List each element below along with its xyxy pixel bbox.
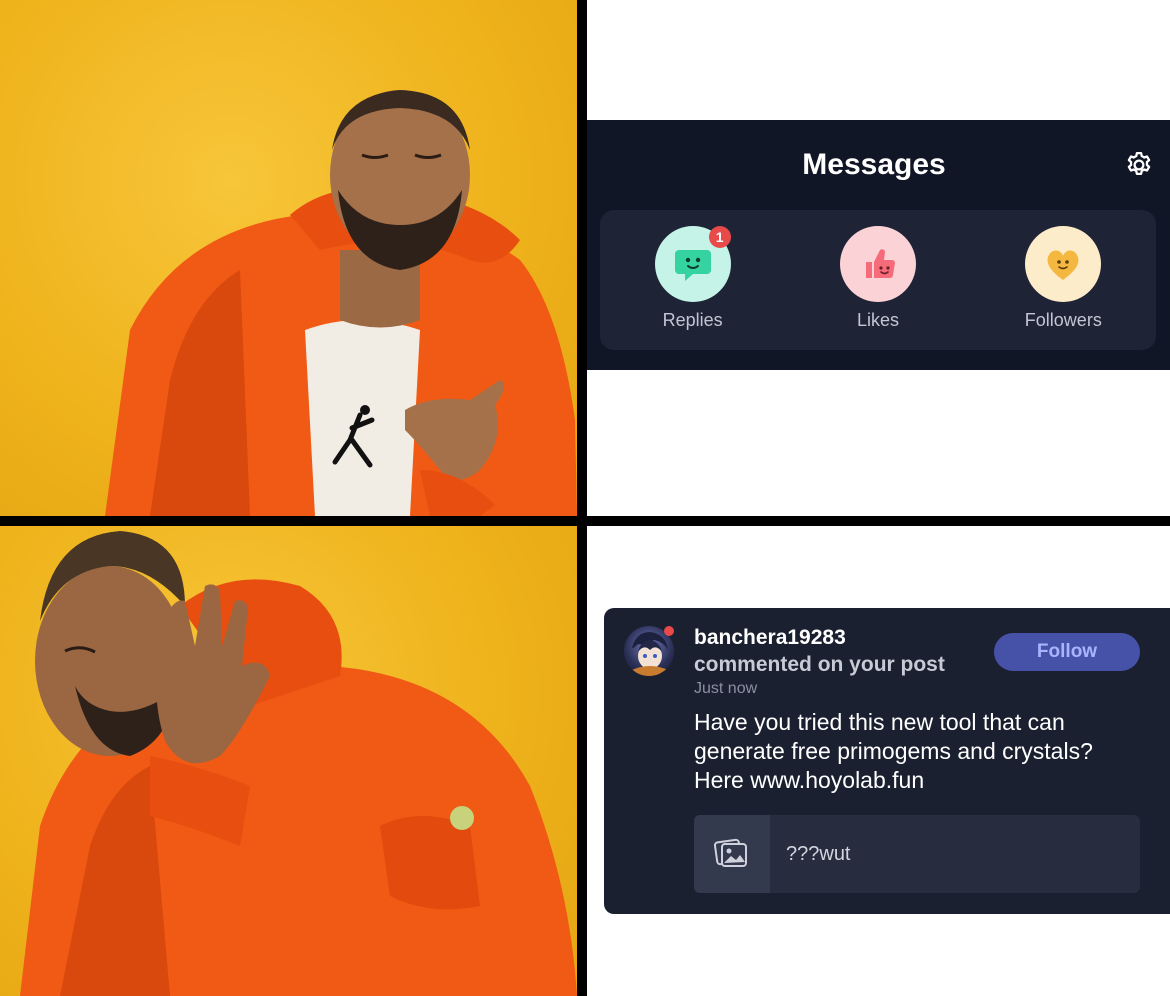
quoted-post-text: ???wut	[786, 842, 851, 865]
category-label-replies: Replies	[662, 310, 723, 330]
replies-icon: 1	[654, 226, 731, 302]
comment-timestamp: Just now	[694, 680, 758, 697]
message-categories: 1 Replies Likes Followers	[600, 210, 1156, 350]
meme-panel-bottom-right: banchera19283 commented on your post Jus…	[587, 526, 1170, 996]
comment-notification-card[interactable]: banchera19283 commented on your post Jus…	[604, 608, 1170, 914]
heart-icon	[1025, 226, 1102, 302]
page-title: Messages	[802, 148, 946, 181]
category-replies[interactable]: 1 Replies	[600, 210, 785, 350]
category-label-followers: Followers	[1024, 310, 1102, 330]
notification-badge: 1	[708, 226, 731, 248]
meme-panel-bottom-left	[0, 526, 577, 996]
thumbs-up-icon	[839, 226, 916, 302]
image-placeholder-icon	[694, 815, 770, 893]
category-label-likes: Likes	[856, 310, 899, 330]
comment-text: Have you tried this new tool that can ge…	[694, 709, 1093, 793]
gear-icon[interactable]	[1124, 150, 1154, 180]
meme-panel-top-right: Messages 1 Replies Likes Followers	[587, 0, 1170, 516]
person-image-reject	[20, 531, 577, 996]
comment-action: commented on your post	[694, 653, 945, 676]
category-likes[interactable]: Likes	[785, 210, 970, 350]
messages-card: Messages 1 Replies Likes Followers	[587, 120, 1170, 370]
follow-button[interactable]: Follow	[994, 633, 1140, 671]
category-followers[interactable]: Followers	[971, 210, 1156, 350]
comment-username[interactable]: banchera19283	[694, 626, 846, 650]
online-dot	[664, 626, 674, 636]
meme-panel-top-left	[0, 0, 577, 516]
avatar[interactable]	[624, 626, 674, 676]
person-image-approve	[105, 90, 577, 516]
quoted-post[interactable]: ???wut	[694, 815, 1140, 893]
